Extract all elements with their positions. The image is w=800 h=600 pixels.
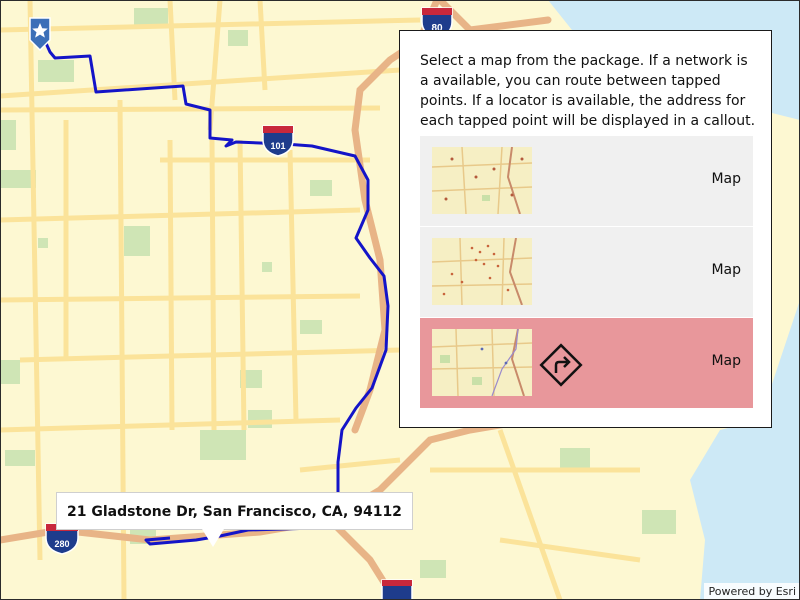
map-list-item-1[interactable]: Map xyxy=(420,136,753,226)
interstate-101-shield: 101 xyxy=(262,125,294,157)
map-item-label: Map xyxy=(711,171,741,187)
svg-text:280: 280 xyxy=(54,539,69,549)
map-thumbnail xyxy=(432,329,532,396)
map-list-item-2[interactable]: Map xyxy=(420,227,753,317)
address-callout: 21 Gladstone Dr, San Francisco, CA, 9411… xyxy=(56,492,413,530)
map-attribution: Powered by Esri xyxy=(704,583,800,600)
svg-text:101: 101 xyxy=(270,141,285,151)
map-list-item-3[interactable]: Map xyxy=(420,318,753,408)
map-thumbnail xyxy=(432,238,532,305)
highway-shield-bottom xyxy=(381,579,413,600)
map-thumbnail xyxy=(432,147,532,214)
map-item-label: Map xyxy=(711,353,741,369)
callout-pointer xyxy=(202,529,224,547)
map-item-label: Map xyxy=(711,262,741,278)
turn-right-sign-icon xyxy=(539,343,583,387)
instructions-text: Select a map from the package. If a netw… xyxy=(420,53,756,129)
map-selection-panel: Select a map from the package. If a netw… xyxy=(399,30,772,428)
